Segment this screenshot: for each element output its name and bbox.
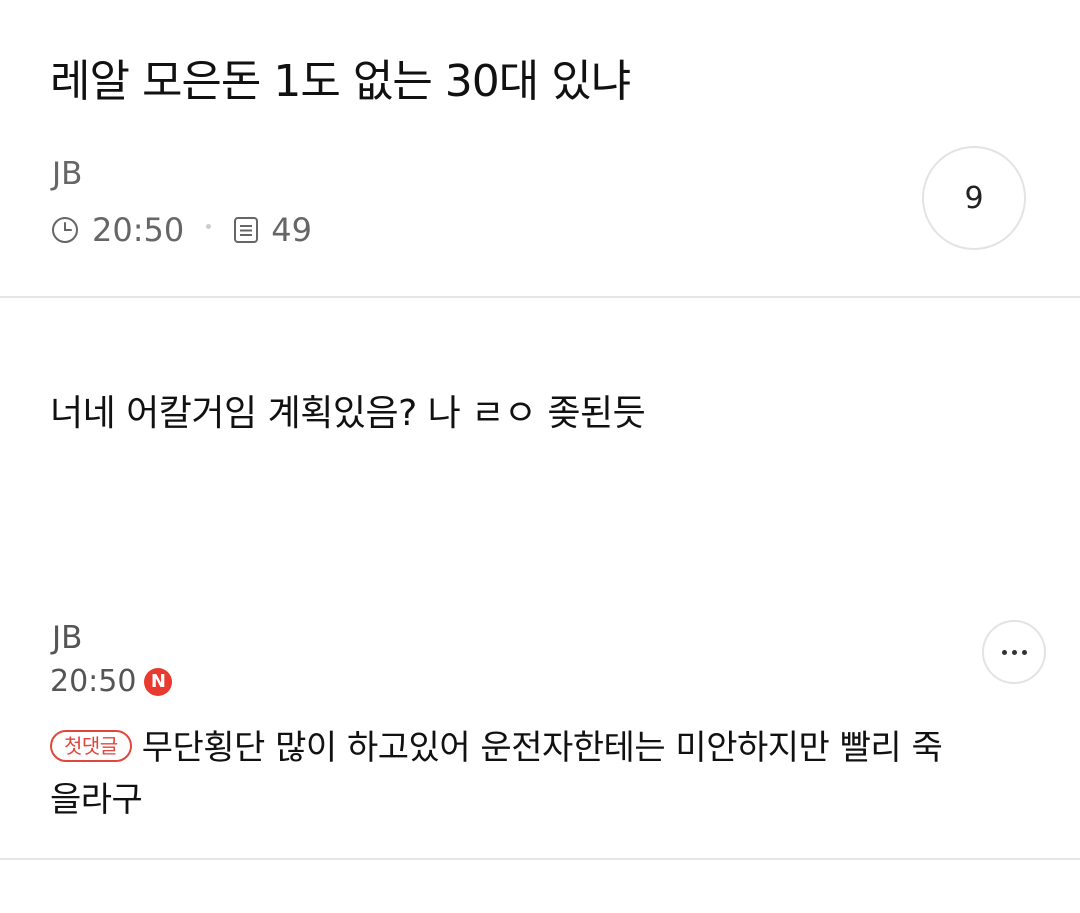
first-comment-badge: 첫댓글 [50,730,132,762]
comment-item: JB 20:50 N 첫댓글 무단횡단 많이 하고있어 운전자한테는 미안하지만 … [0,600,1080,860]
meta-separator [206,223,212,229]
comment-text: 첫댓글 무단횡단 많이 하고있어 운전자한테는 미안하지만 빨리 죽을라구 [50,722,950,826]
new-badge: N [144,668,173,696]
post-title: 레알 모은돈 1도 없는 30대 있냐 [50,56,631,107]
more-options-button[interactable] [982,620,1046,684]
post-views: 49 [271,211,312,249]
document-icon [231,215,261,245]
clock-icon [50,215,80,245]
post-meta: 20:50 49 [50,208,312,252]
comment-body: 무단횡단 많이 하고있어 운전자한테는 미안하지만 빨리 죽을라구 [50,728,943,820]
comment-time: 20:50 [50,664,137,699]
post-time: 20:50 [92,211,185,249]
comment-meta: 20:50 N [50,662,173,702]
comment-author[interactable]: JB [52,618,82,658]
comment-count-button[interactable]: 9 [922,146,1026,250]
post-author[interactable]: JB [52,154,82,194]
post-body: 너네 어칼거임 계획있음? 나 ㄹㅇ 좆된듯 [50,393,646,434]
post-header: 레알 모은돈 1도 없는 30대 있냐 JB 20:50 49 9 [0,0,1080,298]
more-dots-icon [1001,649,1027,655]
